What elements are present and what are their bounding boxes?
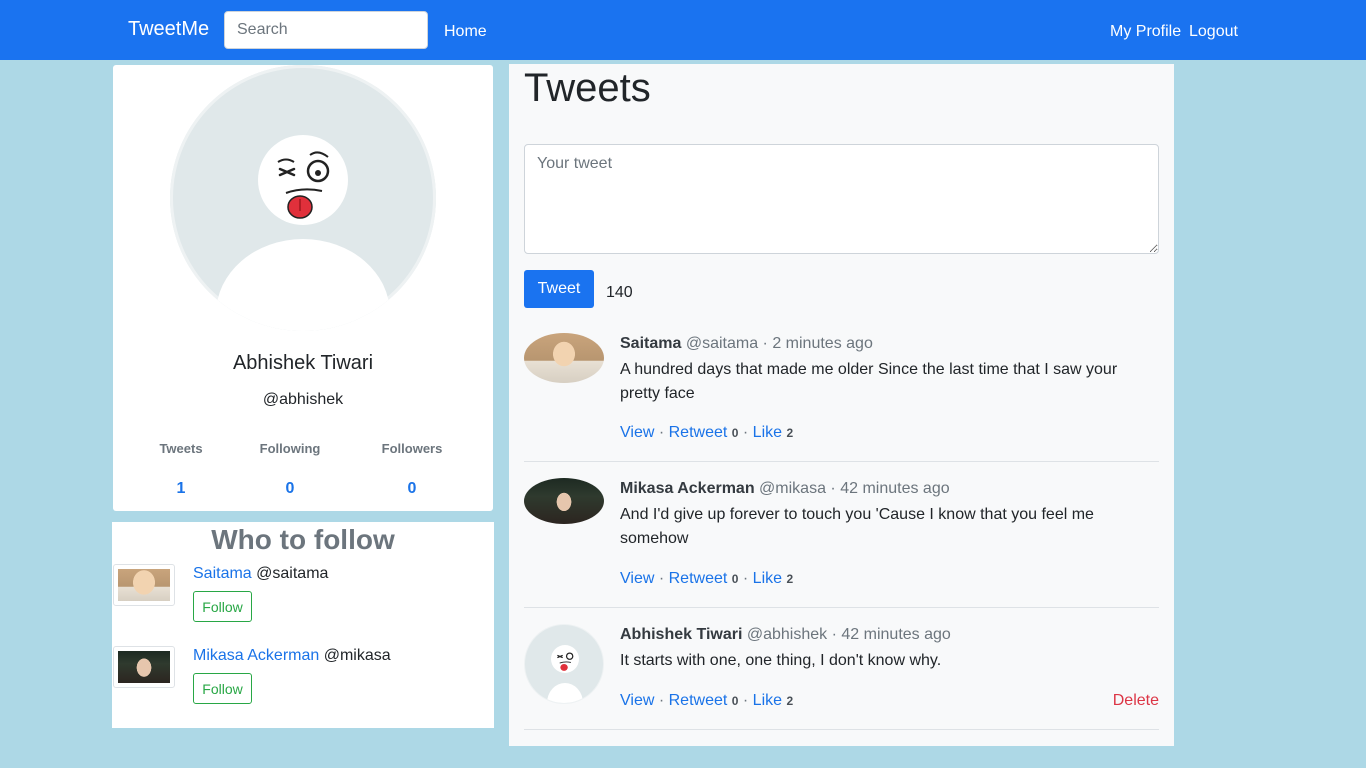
nav-logout-link[interactable]: Logout: [1189, 23, 1238, 41]
follow-user-name-link[interactable]: Saitama: [193, 565, 252, 582]
tweet-actions: View · Retweet 0 · Like 2: [620, 424, 794, 441]
char-count: 140: [606, 284, 633, 301]
tweet-like-link[interactable]: Like 2: [753, 424, 794, 441]
follow-user-entry: Mikasa Ackerman @mikasa: [193, 647, 391, 665]
avatar-body-shape: [216, 239, 390, 331]
tweet-separator: ·: [831, 626, 837, 643]
tweet-separator: ·: [762, 335, 768, 352]
tweet-compose-input[interactable]: [524, 144, 1159, 254]
follow-button[interactable]: Follow: [193, 673, 252, 704]
tweet-handle: @mikasa: [759, 480, 826, 497]
wink-face-icon: [277, 151, 330, 219]
tweet-item: Abhishek Tiwari @abhishek · 42 minutes a…: [524, 624, 1159, 730]
tweet-author: Mikasa Ackerman: [620, 480, 755, 497]
mikasa-avatar-image: [118, 651, 170, 683]
tweet-item: Saitama @saitama · 2 minutes ago A hundr…: [524, 333, 1159, 462]
tweet-avatar: [524, 333, 604, 383]
profile-name: Abhishek Tiwari: [232, 352, 374, 374]
tweet-avatar: [524, 478, 604, 524]
like-label: Like: [752, 424, 783, 441]
nav-my-profile-link[interactable]: My Profile: [1110, 23, 1181, 41]
avatar-head-shape: [551, 645, 579, 673]
retweet-label: Retweet: [668, 692, 728, 709]
profile-handle: @abhishek: [262, 391, 344, 408]
follow-user-handle: @mikasa: [323, 647, 391, 664]
navbar: TweetMe Home My Profile Logout: [0, 0, 1366, 60]
tweet-item: Mikasa Ackerman @mikasa · 42 minutes ago…: [524, 478, 1159, 608]
tweet-actions: View · Retweet 0 · Like 2: [620, 692, 794, 709]
tweet-avatar: [524, 624, 604, 704]
follow-user-entry: Saitama @saitama: [193, 565, 328, 583]
like-label: Like: [752, 692, 783, 709]
tweet-text: A hundred days that made me older Since …: [620, 361, 1118, 402]
stat-followers-label: Followers: [381, 441, 443, 456]
follow-user-name-link[interactable]: Mikasa Ackerman: [193, 647, 319, 664]
tweet-handle: @saitama: [685, 335, 759, 352]
brand-link[interactable]: TweetMe: [128, 18, 209, 41]
follow-user-handle: @saitama: [256, 565, 329, 582]
tweet-view-link[interactable]: View: [620, 692, 654, 709]
tweet-retweet-link[interactable]: Retweet 0: [669, 570, 739, 587]
tweet-time: 2 minutes ago: [772, 335, 873, 352]
tweet-time: 42 minutes ago: [840, 480, 950, 497]
stat-tweets-label: Tweets: [159, 441, 203, 456]
search-input[interactable]: [224, 11, 428, 49]
tweet-separator: ·: [830, 480, 836, 497]
avatar-body-shape: [547, 683, 583, 703]
retweet-count: 0: [731, 426, 739, 440]
tweet-time: 42 minutes ago: [841, 626, 951, 643]
retweet-label: Retweet: [668, 424, 728, 441]
follow-user-avatar: [113, 564, 175, 606]
who-to-follow-title: Who to follow: [211, 524, 395, 555]
stat-following-label: Following: [259, 441, 321, 456]
tweets-heading: Tweets: [524, 66, 651, 110]
stat-tweets-value[interactable]: 1: [149, 480, 213, 498]
tweet-handle: @abhishek: [746, 626, 828, 643]
profile-card: Abhishek Tiwari @abhishek Tweets Followi…: [113, 65, 493, 511]
follow-button[interactable]: Follow: [193, 591, 252, 622]
avatar-head-shape: [258, 135, 348, 225]
retweet-count: 0: [731, 694, 739, 708]
like-label: Like: [752, 570, 783, 587]
tweet-header: Abhishek Tiwari @abhishek · 42 minutes a…: [620, 626, 951, 644]
tweet-view-link[interactable]: View: [620, 570, 654, 587]
tweet-retweet-link[interactable]: Retweet 0: [669, 692, 739, 709]
tweet-author: Saitama: [620, 335, 682, 352]
tweet-actions: View · Retweet 0 · Like 2: [620, 570, 794, 587]
retweet-label: Retweet: [668, 570, 728, 587]
nav-home-link[interactable]: Home: [444, 23, 487, 41]
tweet-text: And I'd give up forever to touch you 'Ca…: [620, 506, 1094, 547]
tweet-header: Mikasa Ackerman @mikasa · 42 minutes ago: [620, 480, 950, 498]
tweets-panel: Tweets Tweet 140 Saitama @saitama · 2 mi…: [509, 64, 1174, 746]
tweet-text: It starts with one, one thing, I don't k…: [620, 652, 942, 669]
tweet-header: Saitama @saitama · 2 minutes ago: [620, 335, 873, 353]
tweet-retweet-link[interactable]: Retweet 0: [669, 424, 739, 441]
tweet-like-link[interactable]: Like 2: [753, 570, 794, 587]
saitama-avatar-image: [118, 569, 170, 601]
who-to-follow-card: Who to follow Saitama @saitama Follow Mi…: [112, 522, 494, 728]
retweet-count: 0: [731, 572, 739, 586]
tweet-like-link[interactable]: Like 2: [753, 692, 794, 709]
tweet-author: Abhishek Tiwari: [620, 626, 743, 643]
like-count: 2: [786, 426, 794, 440]
profile-avatar: [170, 65, 436, 331]
stat-followers-value[interactable]: 0: [372, 480, 452, 498]
wink-face-icon: [557, 652, 574, 671]
like-count: 2: [786, 694, 794, 708]
tweet-view-link[interactable]: View: [620, 424, 654, 441]
follow-user-avatar: [113, 646, 175, 688]
tweet-delete-link[interactable]: Delete: [1113, 692, 1159, 710]
like-count: 2: [786, 572, 794, 586]
tweet-submit-button[interactable]: Tweet: [524, 270, 594, 308]
stat-following-value[interactable]: 0: [250, 480, 330, 498]
